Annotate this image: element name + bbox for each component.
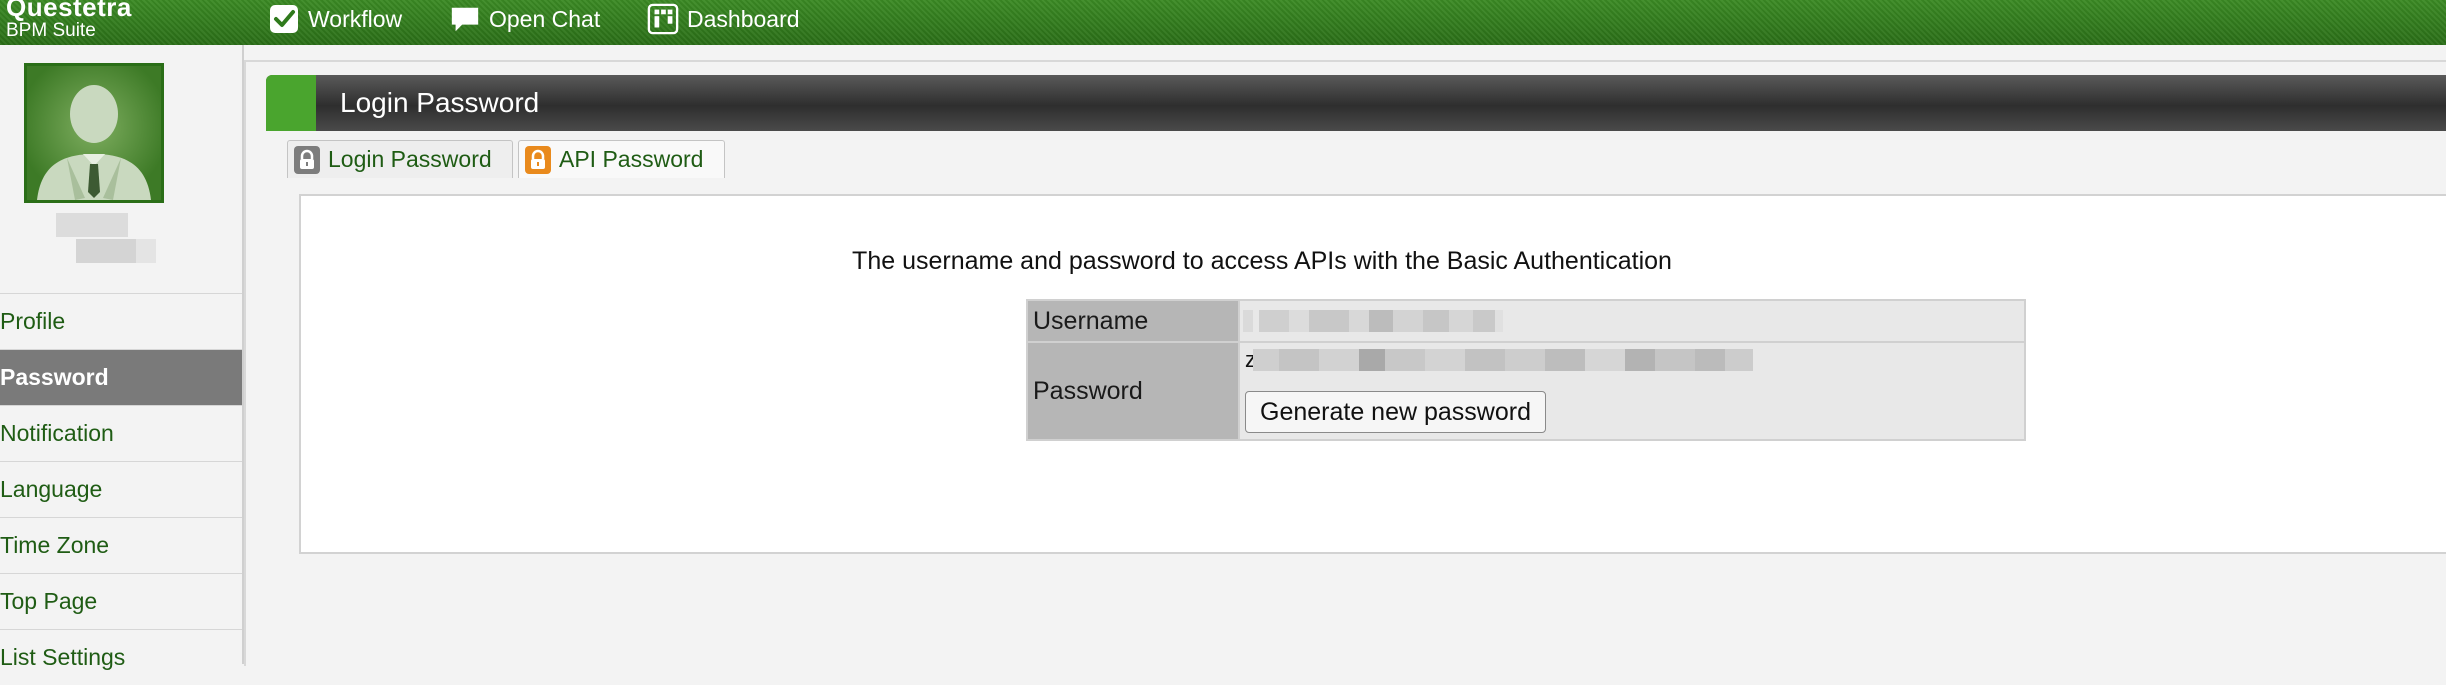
logo-line2: BPM Suite xyxy=(6,20,96,41)
sidebar-item-label: Language xyxy=(0,476,103,502)
app-logo[interactable]: Questetra BPM Suite xyxy=(6,0,132,40)
nav-dashboard[interactable]: Dashboard xyxy=(647,0,800,38)
page-title-bar: Login Password xyxy=(266,75,2446,131)
settings-menu: Profile Password Notification Language T… xyxy=(0,293,242,685)
page-title: Login Password xyxy=(340,87,540,118)
sidebar-item-profile[interactable]: Profile xyxy=(0,293,242,349)
nav-workflow-label: Workflow xyxy=(308,5,403,32)
username-label: Username xyxy=(1026,299,1240,343)
nav-open-chat-label: Open Chat xyxy=(489,5,601,32)
generate-new-password-button[interactable]: Generate new password xyxy=(1245,391,1546,433)
tab-login-password[interactable]: Login Password xyxy=(287,140,513,178)
chat-bubble-icon xyxy=(449,3,481,35)
sidebar-item-label: Top Page xyxy=(0,588,98,614)
sidebar-item-label: Time Zone xyxy=(0,532,110,558)
sidebar-item-label: Profile xyxy=(0,308,66,334)
username-value xyxy=(1238,299,2026,343)
api-description: The username and password to access APIs… xyxy=(852,247,1672,275)
table-row: Password z Generate new password xyxy=(1026,341,2026,441)
redacted-username xyxy=(1243,310,1503,332)
left-sidebar: Profile Password Notification Language T… xyxy=(0,45,244,670)
dashboard-icon xyxy=(647,3,679,35)
person-silhouette-icon xyxy=(37,85,151,200)
credentials-table: Username Password z Generate new passwor… xyxy=(1026,299,2026,441)
nav-dashboard-label: Dashboard xyxy=(687,5,800,32)
tab-label: Login Password xyxy=(328,146,492,172)
tab-api-password[interactable]: API Password xyxy=(518,140,725,178)
sidebar-item-time-zone[interactable]: Time Zone xyxy=(0,517,242,573)
logo-line1: Questetra xyxy=(6,0,132,22)
password-value: z Generate new password xyxy=(1238,341,2026,441)
sidebar-item-language[interactable]: Language xyxy=(0,461,242,517)
sidebar-item-label: Notification xyxy=(0,420,114,446)
sidebar-item-top-page[interactable]: Top Page xyxy=(0,573,242,629)
avatar[interactable] xyxy=(24,63,164,203)
sidebar-item-password[interactable]: Password xyxy=(0,349,242,405)
lock-icon xyxy=(294,145,320,174)
password-label: Password xyxy=(1026,341,1240,441)
nav-workflow[interactable]: Workflow xyxy=(268,0,402,38)
redacted-password xyxy=(1253,349,1753,371)
sidebar-item-label: Password xyxy=(0,364,109,390)
title-accent xyxy=(266,75,316,131)
tab-label: API Password xyxy=(559,146,704,172)
sidebar-item-label: List Settings xyxy=(0,644,126,670)
sidebar-item-notification[interactable]: Notification xyxy=(0,405,242,461)
table-row: Username xyxy=(1026,299,2026,343)
lock-icon xyxy=(525,145,551,174)
sidebar-item-list-settings[interactable]: List Settings xyxy=(0,629,242,685)
top-navigation-bar: Questetra BPM Suite Workflow Open Chat D… xyxy=(0,0,2446,45)
nav-open-chat[interactable]: Open Chat xyxy=(449,0,600,38)
checkbox-icon xyxy=(268,3,300,35)
